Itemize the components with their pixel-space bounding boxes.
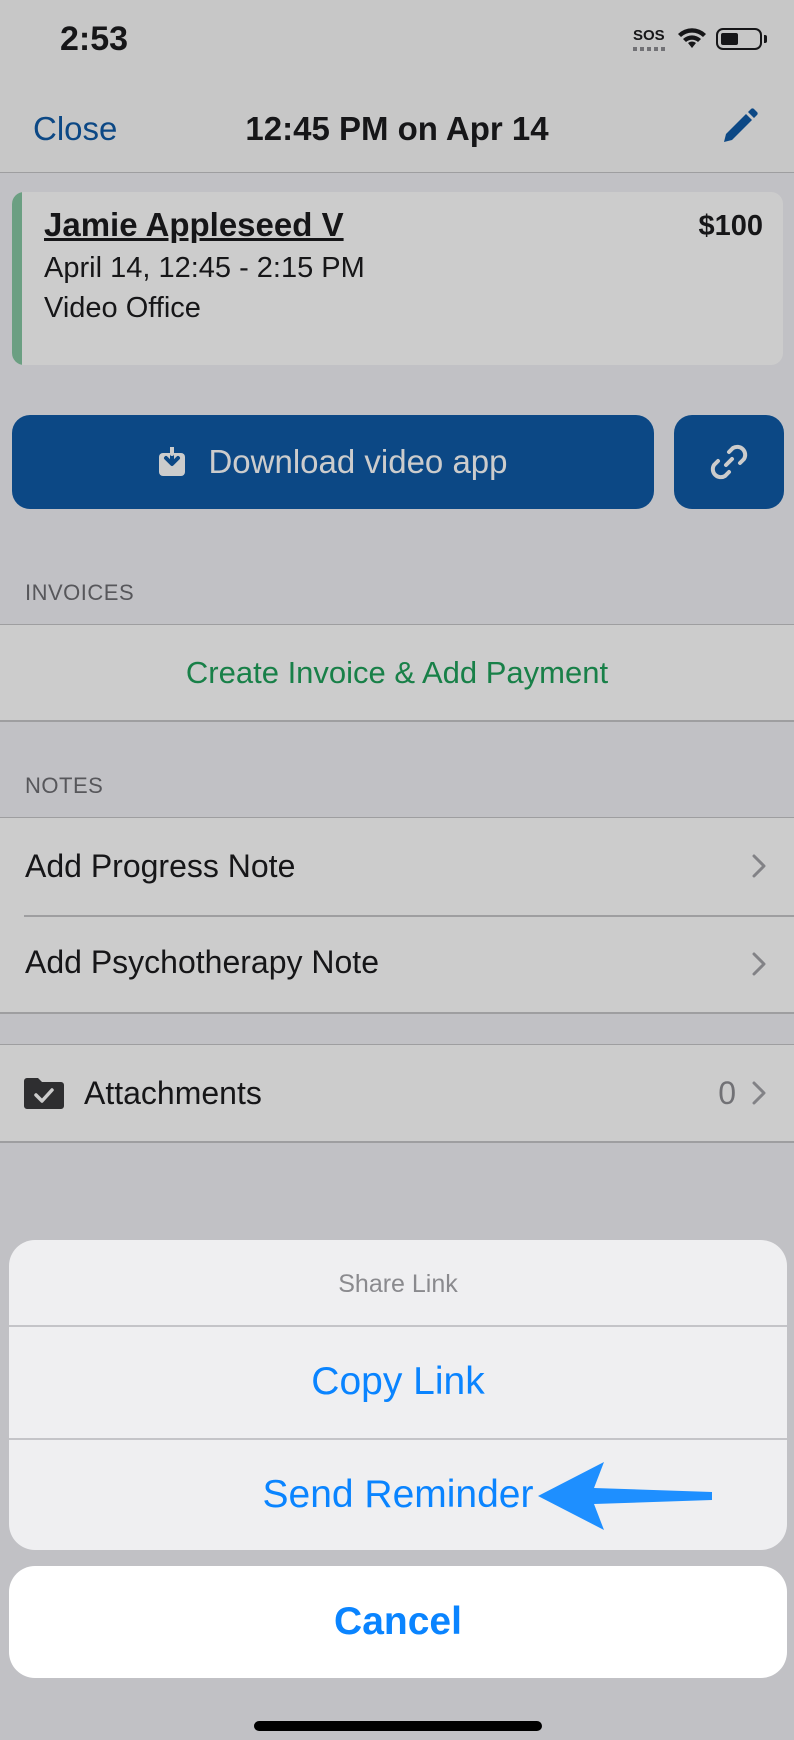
home-indicator — [254, 1721, 542, 1731]
cancel-button[interactable]: Cancel — [9, 1566, 787, 1678]
copy-link-button[interactable]: Copy Link — [9, 1326, 787, 1438]
action-sheet-title: Share Link — [338, 1270, 458, 1298]
arrow-pointer-icon — [538, 1462, 712, 1530]
